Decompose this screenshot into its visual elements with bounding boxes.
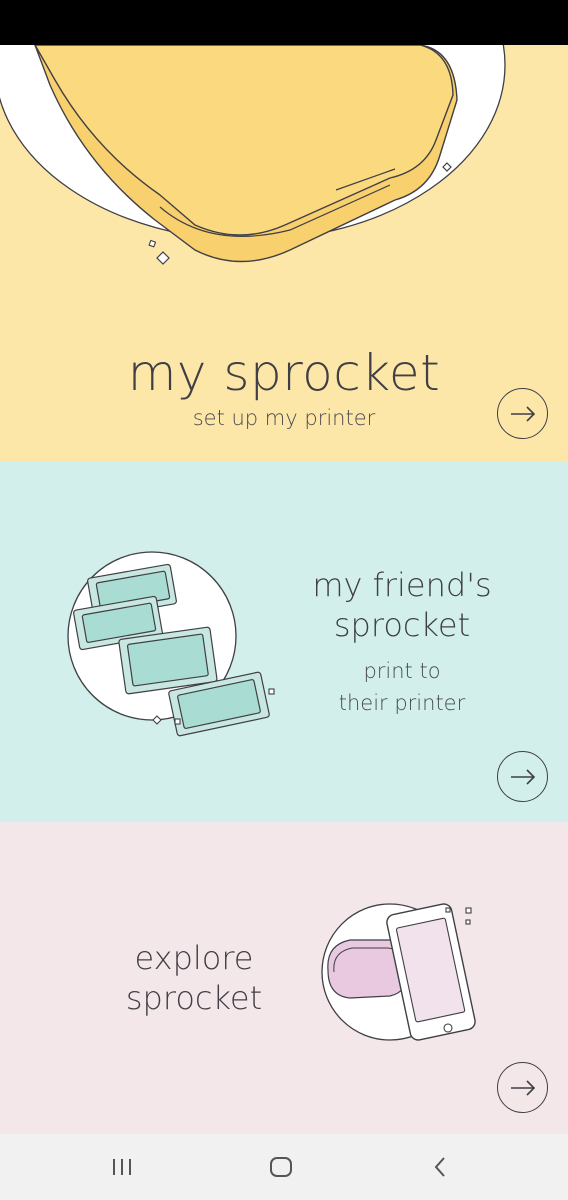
explore-sprocket-card[interactable]: explore sprocket: [0, 822, 568, 1134]
card-subtitle: print to their printer: [292, 655, 512, 719]
phone-printer-illustration: [321, 903, 476, 1041]
home-icon[interactable]: [261, 1152, 301, 1182]
card-title-line: my friend's: [312, 566, 492, 604]
card-title: my sprocket: [127, 344, 441, 402]
card-title: explore sprocket: [84, 938, 304, 1018]
card-subtitle-line: print to: [363, 659, 441, 683]
card-title-line: sprocket: [125, 979, 263, 1017]
friends-sprocket-card[interactable]: my friend's sprocket print to their prin…: [0, 461, 568, 822]
status-bar: [0, 0, 568, 45]
card-title-line: explore: [134, 939, 254, 977]
arrow-right-icon[interactable]: [497, 1062, 548, 1113]
back-icon[interactable]: [420, 1152, 460, 1182]
recent-apps-icon[interactable]: [102, 1152, 142, 1182]
printer-illustration: [0, 45, 506, 265]
system-nav-bar: [0, 1134, 568, 1200]
card-title: my friend's sprocket: [292, 565, 512, 645]
arrow-right-icon[interactable]: [497, 751, 548, 802]
card-subtitle-line: their printer: [338, 691, 466, 715]
my-sprocket-card[interactable]: my sprocket set up my printer: [0, 45, 568, 461]
photo-prints-illustration: [67, 551, 275, 737]
card-subtitle: set up my printer: [192, 406, 376, 430]
arrow-right-icon[interactable]: [497, 388, 548, 439]
card-title-line: sprocket: [333, 606, 471, 644]
